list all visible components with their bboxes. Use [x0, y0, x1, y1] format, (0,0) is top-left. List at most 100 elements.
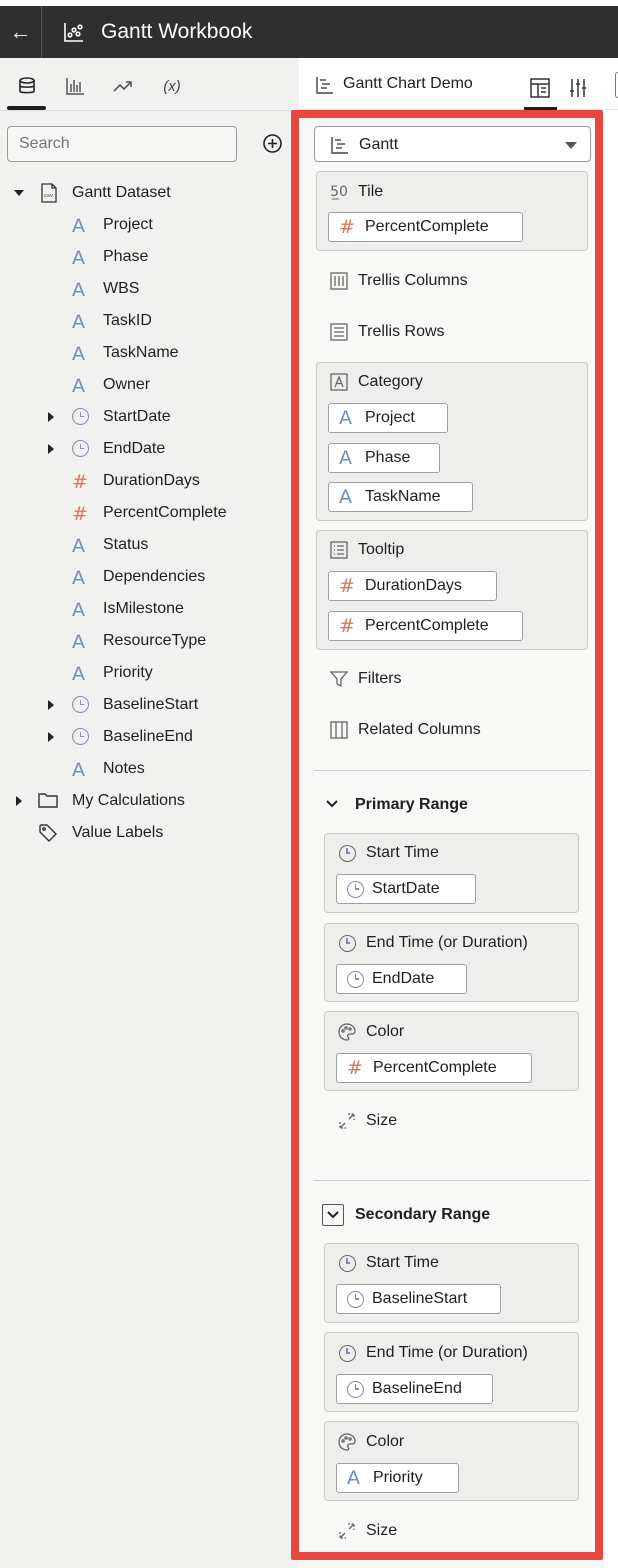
back-button[interactable]: ←	[0, 6, 42, 58]
tile-number-icon: 5̲0	[330, 184, 348, 200]
dataset-column-baselinestart[interactable]: BaselineStart	[0, 691, 299, 719]
chevron-down-icon[interactable]	[322, 1204, 344, 1226]
expand-caret-icon[interactable]	[48, 412, 54, 422]
tile-pill[interactable]: # PercentComplete	[328, 212, 523, 242]
dataset-column-taskid[interactable]: A TaskID	[0, 307, 299, 335]
gantt-chart-icon	[331, 137, 348, 154]
dataset-column-owner[interactable]: A Owner	[0, 371, 299, 399]
measure-icon: #	[339, 216, 355, 238]
dataset-column-enddate[interactable]: EndDate	[0, 435, 299, 463]
dataset-column-status[interactable]: A Status	[0, 531, 299, 559]
tooltip-pill-durationdays[interactable]: # DurationDays	[328, 571, 497, 601]
search-input[interactable]	[7, 126, 237, 162]
related-columns-label: Related Columns	[358, 721, 481, 738]
trellis-rows-drop[interactable]: Trellis Rows	[330, 318, 445, 346]
dataset-column-label: EndDate	[103, 440, 166, 457]
tile-label: Tile	[358, 183, 384, 200]
expand-caret-icon[interactable]	[16, 796, 22, 806]
properties-sliders-icon[interactable]	[567, 77, 589, 99]
add-icon[interactable]	[262, 133, 283, 154]
dataset-column-label: TaskID	[103, 312, 152, 329]
trellis-columns-drop[interactable]: Trellis Columns	[330, 267, 468, 295]
dataset-column-wbs[interactable]: A WBS	[0, 275, 299, 303]
grammar-panel-icon[interactable]	[529, 77, 551, 99]
start-time-label: Start Time	[366, 1254, 439, 1271]
dataset-column-percentcomplete[interactable]: # PercentComplete	[0, 499, 299, 527]
attribute-icon: A	[339, 447, 352, 469]
dataset-column-label: IsMilestone	[103, 600, 184, 617]
viz-type-select[interactable]: Gantt	[314, 126, 591, 162]
secondary-size-drop[interactable]: Size	[338, 1517, 397, 1545]
dataset-column-project[interactable]: A Project	[0, 211, 299, 239]
dataset-column-resourcetype[interactable]: A ResourceType	[0, 627, 299, 655]
dataset-column-startdate[interactable]: StartDate	[0, 403, 299, 431]
secondary-color-title: Color	[338, 1428, 404, 1456]
primary-start-pill[interactable]: StartDate	[336, 874, 476, 904]
color-pill-label: Priority	[373, 1469, 423, 1486]
dataset-column-dependencies[interactable]: A Dependencies	[0, 563, 299, 591]
value-labels-node[interactable]: Value Labels	[0, 819, 299, 847]
expand-caret-icon[interactable]	[48, 732, 54, 742]
related-columns-icon	[330, 721, 348, 739]
filters-label: Filters	[358, 670, 402, 687]
svg-text:csv: csv	[44, 193, 54, 199]
tooltip-pill-label: DurationDays	[365, 577, 462, 594]
secondary-color-pill[interactable]: A Priority	[336, 1463, 459, 1493]
primary-color-pill[interactable]: # PercentComplete	[336, 1053, 532, 1083]
palette-icon	[338, 1023, 356, 1041]
dataset-name: Gantt Dataset	[72, 184, 171, 201]
primary-range-header[interactable]: Primary Range	[322, 794, 468, 816]
end-pill-label: BaselineEnd	[372, 1380, 462, 1397]
my-calculations-node[interactable]: My Calculations	[0, 787, 299, 815]
attribute-box-icon	[330, 373, 348, 391]
category-title: Category	[330, 368, 423, 396]
trellis-rows-label: Trellis Rows	[358, 323, 445, 340]
attribute-icon: A	[339, 486, 352, 508]
data-panel-tabs: (x)	[0, 58, 299, 111]
dataset-column-taskname[interactable]: A TaskName	[0, 339, 299, 367]
secondary-range-header[interactable]: Secondary Range	[322, 1204, 490, 1226]
category-pill-project[interactable]: A Project	[328, 403, 448, 433]
tooltip-pill-percentcomplete[interactable]: # PercentComplete	[328, 611, 523, 641]
section-divider	[314, 1180, 590, 1181]
dataset-column-ismilestone[interactable]: A IsMilestone	[0, 595, 299, 623]
end-time-label: End Time (or Duration)	[366, 934, 528, 951]
data-tab[interactable]	[14, 74, 40, 98]
secondary-start-pill[interactable]: BaselineStart	[336, 1284, 501, 1314]
analytics-tab[interactable]	[110, 74, 136, 98]
clock-icon	[338, 934, 356, 952]
visualizations-tab[interactable]	[62, 74, 88, 98]
dataset-column-label: DurationDays	[103, 472, 200, 489]
related-columns-drop[interactable]: Related Columns	[330, 716, 481, 744]
size-label: Size	[366, 1522, 398, 1539]
category-pill-label: TaskName	[365, 488, 441, 505]
dataset-column-baselineend[interactable]: BaselineEnd	[0, 723, 299, 751]
dataset-column-priority[interactable]: A Priority	[0, 659, 299, 687]
dataset-column-phase[interactable]: A Phase	[0, 243, 299, 271]
expand-caret-icon[interactable]	[48, 444, 54, 454]
category-pill-phase[interactable]: A Phase	[328, 443, 440, 473]
dataset-column-notes[interactable]: A Notes	[0, 755, 299, 783]
secondary-end-title: End Time (or Duration)	[338, 1339, 528, 1367]
primary-range-title: Primary Range	[355, 796, 468, 813]
section-divider	[314, 770, 590, 771]
dataset-column-durationdays[interactable]: # DurationDays	[0, 467, 299, 495]
filters-drop[interactable]: Filters	[330, 665, 402, 693]
dataset-node[interactable]: csv Gantt Dataset	[0, 179, 299, 207]
collapse-caret-icon[interactable]	[14, 190, 24, 196]
size-resize-icon	[339, 1523, 355, 1539]
date-icon	[72, 440, 89, 457]
expand-caret-icon[interactable]	[48, 700, 54, 710]
canvas-title: Gantt Chart Demo	[343, 75, 473, 92]
primary-color-title: Color	[338, 1018, 404, 1046]
chevron-down-icon[interactable]	[322, 794, 344, 816]
category-pill-taskname[interactable]: A TaskName	[328, 482, 473, 512]
secondary-end-pill[interactable]: BaselineEnd	[336, 1374, 493, 1404]
palette-icon	[338, 1433, 356, 1451]
primary-end-pill[interactable]: EndDate	[336, 964, 467, 994]
primary-size-drop[interactable]: Size	[338, 1107, 397, 1135]
dropdown-arrow-icon	[565, 142, 577, 149]
attribute-icon: A	[72, 247, 85, 269]
calculations-tab[interactable]: (x)	[158, 74, 186, 98]
dataset-column-label: PercentComplete	[103, 504, 227, 521]
